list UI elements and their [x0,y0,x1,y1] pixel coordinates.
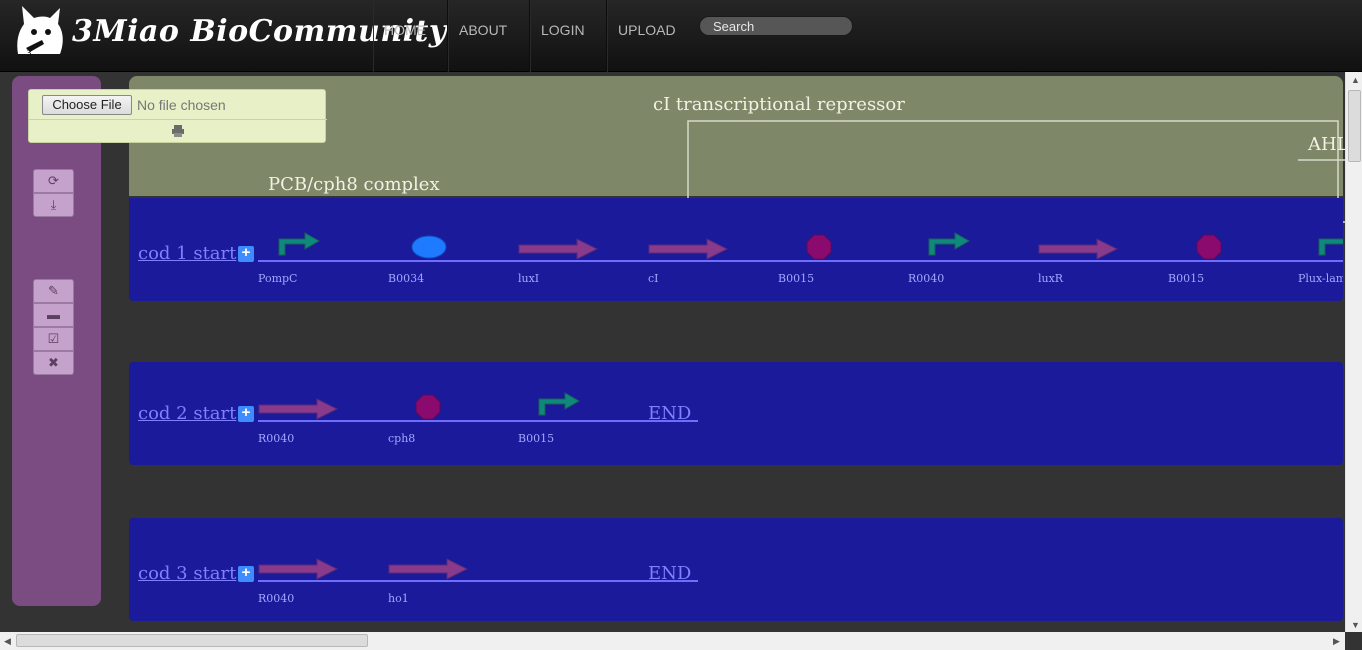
vertical-scrollbar[interactable]: ▲ ▼ [1345,72,1362,632]
promoter-part[interactable] [1315,229,1343,257]
file-status-text: No file chosen [137,97,226,113]
cds-part[interactable] [517,238,601,262]
part-label: B0015 [1168,272,1205,285]
part-label: R0040 [908,272,945,285]
terminator-part[interactable] [805,233,833,261]
scroll-down-icon[interactable]: ▼ [1351,620,1360,630]
part-label: B0015 [778,272,815,285]
part-label: R0040 [258,592,295,605]
plus-icon[interactable]: + [238,405,254,422]
part-label: R0040 [258,432,295,445]
construct-start-label[interactable]: cod 1 start [138,243,236,264]
plus-icon[interactable]: + [238,565,254,582]
terminator-part[interactable] [414,393,442,421]
horizontal-scroll-thumb[interactable] [16,634,368,647]
part-label: cI [648,272,659,285]
construct-row-1: cod 1 start + PompC B0034 luxI cI B0015 … [129,198,1343,301]
promoter-part[interactable] [275,229,325,257]
terminator-part[interactable] [1195,233,1223,261]
cds-part[interactable] [387,558,471,582]
choose-file-button[interactable]: Choose File [42,95,132,115]
file-input-row: Choose File No file chosen [29,90,327,120]
part-label: cph8 [388,432,416,445]
part-label: B0015 [518,432,555,445]
horizontal-scrollbar[interactable]: ◀ ▶ [0,632,1345,650]
rbs-part[interactable] [409,234,449,260]
part-label: PompC [258,272,298,285]
part-label: B0034 [388,272,425,285]
cds-part[interactable] [257,558,341,582]
part-label: luxR [1038,272,1064,285]
backbone [258,260,1343,262]
scroll-right-icon[interactable]: ▶ [1333,636,1340,646]
part-label: ho1 [388,592,409,605]
construct-start-label[interactable]: cod 2 start [138,403,236,424]
part-label: luxI [518,272,540,285]
cds-part[interactable] [1037,238,1121,262]
promoter-part[interactable] [925,229,975,257]
construct-end-label: END [648,403,692,424]
vertical-scroll-thumb[interactable] [1348,90,1361,162]
part-label: Plux-lam [1298,272,1343,285]
construct-row-2: cod 2 start + R0040 cph8 B0015 END [129,362,1343,465]
construct-end-label: END [648,563,692,584]
annotation-ci: cI transcriptional repressor [653,94,905,115]
plus-icon[interactable]: + [238,245,254,262]
scroll-up-icon[interactable]: ▲ [1351,75,1360,85]
construct-start-label[interactable]: cod 3 start [138,563,236,584]
promoter-part[interactable] [535,389,585,417]
construct-row-3: cod 3 start + R0040 ho1 END [129,518,1343,621]
print-icon[interactable] [171,124,185,138]
cds-part[interactable] [647,238,731,262]
scroll-left-icon[interactable]: ◀ [4,636,11,646]
file-upload-popup: Choose File No file chosen [28,89,327,143]
annotation-pcb: PCB/cph8 complex [268,174,440,195]
cds-part[interactable] [257,398,341,422]
annotation-ahl: AHL [1308,134,1349,155]
